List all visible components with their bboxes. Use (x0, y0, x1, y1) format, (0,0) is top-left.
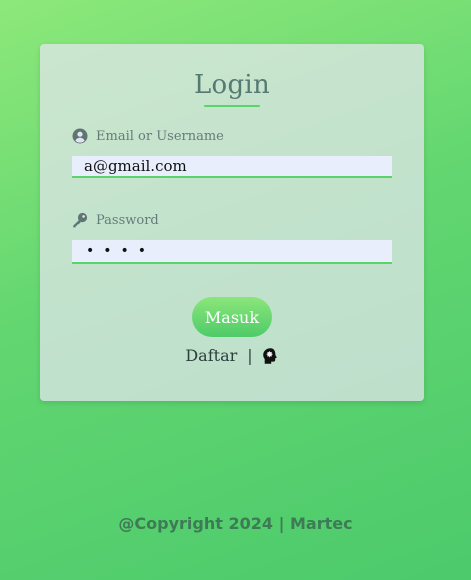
password-label-row: Password (72, 212, 159, 228)
login-card: Login Email or Username Password •••• Ma… (40, 44, 424, 401)
email-label: Email or Username (96, 128, 224, 144)
password-label: Password (96, 212, 159, 228)
copyright-footer: @Copyright 2024 | Martec (118, 514, 353, 533)
register-row: Daftar | (40, 346, 424, 365)
email-label-row: Email or Username (72, 128, 224, 144)
password-field[interactable]: •••• (72, 240, 392, 264)
daftar-link[interactable]: Daftar (185, 346, 237, 365)
masuk-button[interactable]: Masuk (192, 297, 272, 337)
brain-head-icon[interactable] (261, 347, 279, 365)
login-title: Login (193, 70, 271, 100)
key-icon (72, 212, 88, 228)
title-underline (204, 105, 260, 107)
user-circle-icon (72, 128, 88, 144)
email-field[interactable] (72, 156, 392, 178)
separator: | (247, 346, 253, 365)
